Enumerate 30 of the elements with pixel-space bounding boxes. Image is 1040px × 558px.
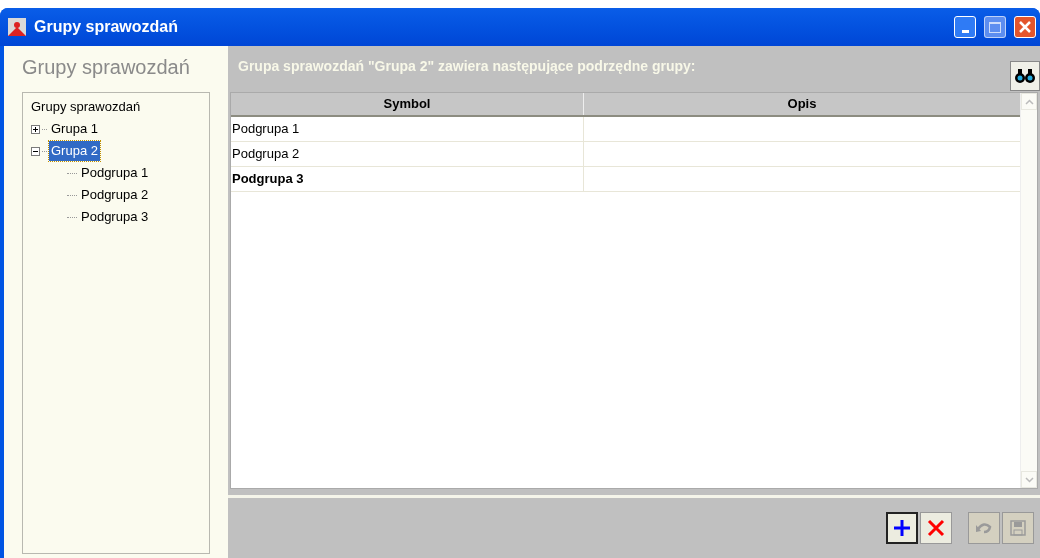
app-icon	[8, 18, 26, 36]
minimize-button[interactable]	[954, 16, 976, 38]
column-header[interactable]: Symbol	[231, 93, 584, 115]
binoculars-icon	[1014, 69, 1036, 83]
close-button[interactable]	[1014, 16, 1036, 38]
collapse-icon[interactable]	[31, 146, 40, 156]
tree-item[interactable]: Grupa 1	[49, 119, 100, 139]
add-button[interactable]	[886, 512, 918, 544]
column-header[interactable]: Opis	[584, 93, 1020, 115]
caption-text: Grupa sprawozdań "Grupa 2" zawiera następujące podrzędne grupy:	[238, 57, 697, 76]
close-icon	[1018, 20, 1032, 34]
plus-icon	[893, 519, 911, 537]
tree-item[interactable]: Podgrupa 2	[79, 185, 151, 205]
search-button[interactable]	[1010, 61, 1040, 91]
tree-item[interactable]: Grupy sprawozdań	[31, 96, 209, 118]
table-cell: Podgrupa 1	[231, 117, 584, 141]
table-cell: Podgrupa 3	[231, 167, 584, 191]
maximize-button[interactable]	[984, 16, 1006, 38]
table-cell: Podgrupa 2	[231, 142, 584, 166]
window-title: Grupy sprawozdań	[34, 17, 180, 37]
tree-item[interactable]: Podgrupa 1	[79, 163, 151, 183]
sidebar-heading: Grupy sprawozdań	[22, 55, 191, 80]
scrollbar[interactable]	[1020, 93, 1037, 488]
tree-item[interactable]: Grupa 2	[49, 141, 100, 161]
scroll-up-icon[interactable]	[1021, 93, 1037, 110]
close-icon	[927, 519, 945, 537]
tree-item[interactable]: Podgrupa 3	[79, 207, 151, 227]
undo-icon	[975, 521, 993, 535]
expand-icon[interactable]	[31, 124, 40, 134]
scroll-down-icon[interactable]	[1021, 471, 1037, 488]
